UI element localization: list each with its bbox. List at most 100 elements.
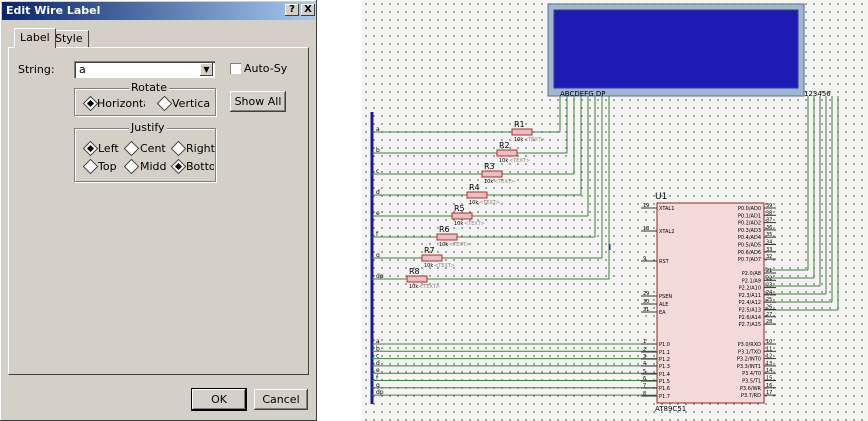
chip-pin-number: 8 (643, 391, 646, 397)
rotate-vertical-label: Vertica (172, 97, 211, 110)
resistor-5 (451, 212, 473, 220)
chip-pin-name: ALE (659, 302, 668, 308)
chip-pin-number: 13 (766, 361, 772, 367)
chip-pin-number: 36 (766, 225, 772, 231)
resistor-value: 10k (514, 137, 523, 143)
edit-wire-label-dialog: Edit Wire Label ? X Label Style String: … (0, 0, 317, 421)
chip-pin-number: 23 (766, 283, 772, 289)
chip-pin-number: 26 (766, 305, 772, 311)
chip-pin-number: 11 (766, 346, 772, 352)
resistor-ref: R7 (424, 246, 435, 255)
chip-pin-name: P0.6/AD6 (738, 250, 761, 256)
resistor-ref: R4 (469, 183, 480, 192)
chip-pin-name: P1.4 (659, 372, 670, 378)
chip-pin-number: 6 (643, 376, 646, 382)
resistor-text: <TEXT> (524, 137, 545, 143)
resistor-text: <TEXT> (509, 158, 530, 164)
chip-pin-name: P0.2/AD2 (738, 221, 761, 227)
string-value[interactable]: a (79, 63, 86, 76)
resistor-value: 10k (424, 263, 433, 269)
chip-pin-number: 17 (766, 390, 772, 396)
chip-pin-number: 12 (766, 354, 772, 360)
resistor-ref: R5 (454, 204, 465, 213)
chip-pin-name: P3.0/RXD (738, 342, 762, 348)
chip-pin-name: P3.2/INT0 (737, 357, 761, 363)
resistor-value: 10k (409, 284, 418, 290)
chip-pin-name: P2.5/A13 (739, 308, 761, 314)
cancel-button[interactable]: Cancel (254, 389, 308, 410)
dialog-title: Edit Wire Label (6, 4, 101, 17)
chip-pin-name: P2.3/A11 (739, 293, 761, 299)
chip-pin-number: 39 (766, 203, 772, 209)
resistor-value: 10k (469, 200, 478, 206)
chip-pin-number: 32 (766, 254, 772, 260)
schematic-canvas[interactable]: ABCDEFG DP 123456 U1 AT89C51 a R1 10k <TEXT… (362, 0, 868, 421)
chip-pin-name: P3.5/T1 (742, 379, 761, 385)
chip-pin-number: 34 (766, 240, 772, 246)
resistor-text: <TEXT> (479, 200, 500, 206)
resistor-ref: R8 (409, 267, 420, 276)
chip-pin-name: P2.4/A12 (739, 300, 761, 306)
resistor-4 (466, 191, 488, 199)
chip-pin-name: P1.3 (659, 364, 670, 370)
chip-pin-number: 10 (766, 339, 772, 345)
schematic-drawing: ABCDEFG DP 123456 U1 AT89C51 aR110k <TEXT… (370, 3, 839, 413)
chip-pin-number: 30 (643, 299, 649, 305)
justify-right-label: Right (186, 142, 215, 155)
chip-pin-number: 3 (643, 354, 646, 360)
show-all-button[interactable]: Show All (230, 91, 286, 112)
chip-pin-name: P3.6/WR (740, 386, 762, 392)
chip-ref: U1 (655, 192, 667, 202)
justify-left-label: Left (98, 142, 119, 155)
chip-pin-number: 38 (766, 210, 772, 216)
resistor-text: <TEXT> (464, 221, 485, 227)
justify-middle-label: Midd (140, 160, 166, 173)
chip-pin-number: 27 (766, 312, 772, 318)
chip-pin-number: 2 (643, 347, 646, 353)
chip-pin-number: 37 (766, 218, 772, 224)
chip-pin-number: 19 (643, 203, 649, 209)
chip-pin-number: 16 (766, 383, 772, 389)
chip-pin-name: P3.3/INT1 (737, 364, 761, 370)
chip-pin-number: 33 (766, 247, 772, 253)
auto-sync-checkbox[interactable] (230, 63, 241, 74)
chip-pin-number: 18 (643, 226, 649, 232)
dialog-titlebar: Edit Wire Label ? X (2, 2, 315, 20)
close-button[interactable]: X (301, 4, 315, 16)
chip-pin-name: P0.0/AD0 (738, 206, 761, 212)
resistor-value: 10k (499, 158, 508, 164)
chip-pin-name: P0.7/AD7 (738, 257, 761, 263)
chip-pin-name: PSEN (659, 294, 672, 300)
chevron-down-icon[interactable]: ▼ (200, 63, 213, 76)
resistor-ref: R1 (514, 120, 525, 129)
chip-pin-number: 15 (766, 376, 772, 382)
chip-pin-number: 31 (643, 307, 649, 313)
chip-pin-name: P3.1/TXD (738, 349, 761, 355)
chip-pin-name: P0.4/AD4 (738, 235, 761, 241)
chip-pin-name: P3.4/T0 (742, 371, 761, 377)
resistor-ref: R3 (484, 162, 495, 171)
resistor-text: <TEXT> (419, 284, 440, 290)
chip-pin-number: 7 (643, 383, 646, 389)
resistor-1 (511, 128, 533, 136)
chip-pin-name: XTAL2 (659, 229, 674, 235)
help-button[interactable]: ? (285, 4, 299, 16)
chip-pin-number: 14 (766, 368, 772, 374)
resistor-text: <TEXT> (434, 263, 455, 269)
chip-pin-name: P1.5 (659, 379, 670, 385)
chip-pin-name: P2.2/A10 (739, 286, 761, 292)
chip-pin-number: 5 (643, 369, 646, 375)
chip-pin-name: P3.7/RD (741, 393, 761, 399)
chip-pin-name: RST (659, 259, 670, 265)
resistor-ref: R2 (499, 141, 510, 150)
ok-button[interactable]: OK (192, 389, 246, 410)
auto-sync-label: Auto-Sync (244, 62, 288, 75)
chip-pin-name: P2.0/A8 (742, 271, 761, 277)
string-combobox[interactable]: a ▼ (74, 61, 215, 78)
chip-pin-number: 35 (766, 232, 772, 238)
chip-pin-name: P2.6/A14 (739, 315, 761, 321)
tab-label[interactable]: Label (14, 28, 56, 48)
chip-pin-number: 4 (643, 361, 646, 367)
justify-centre-label: Centr (140, 142, 166, 155)
chip-pin-name: XTAL1 (659, 206, 674, 212)
